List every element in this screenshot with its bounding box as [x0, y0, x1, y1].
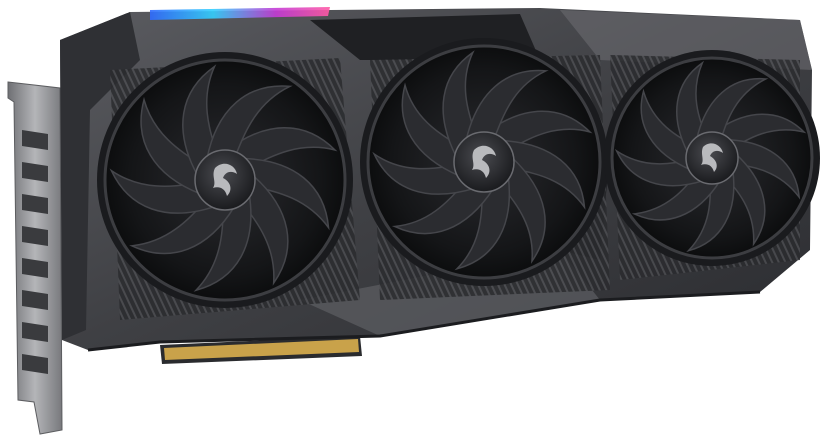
fan-right — [604, 50, 820, 266]
pcie-bracket — [7, 81, 63, 435]
fan-center — [360, 38, 608, 286]
product-photo — [0, 0, 820, 443]
fan-left — [97, 52, 353, 308]
